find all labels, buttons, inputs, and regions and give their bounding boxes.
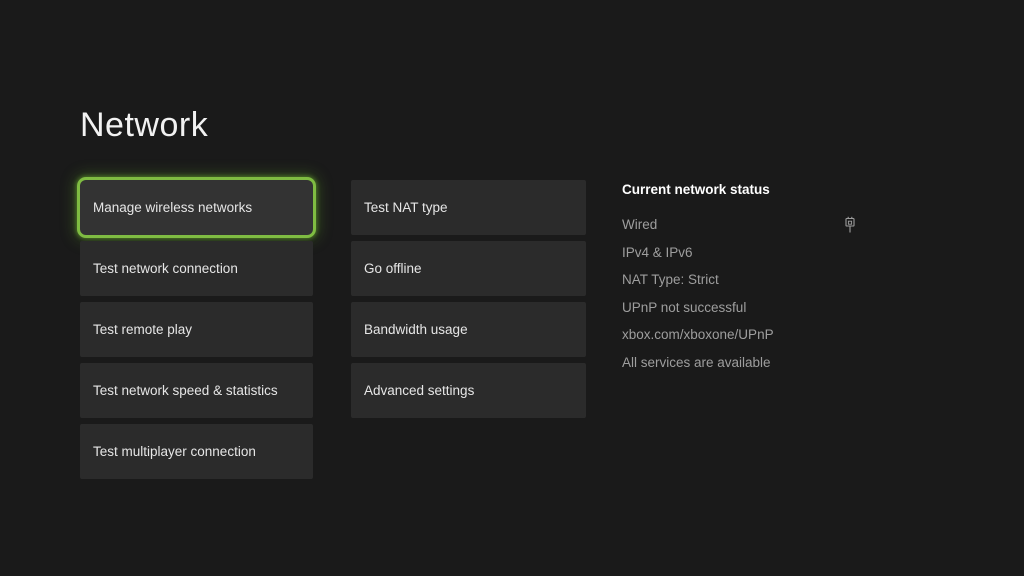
current-network-status-panel: Current network status Wired IPv4 & IPv6…	[622, 182, 856, 376]
menu-button-test-remote-play[interactable]: Test remote play	[80, 302, 313, 357]
menu-button-test-network-connection[interactable]: Test network connection	[80, 241, 313, 296]
menu-button-manage-wireless-networks[interactable]: Manage wireless networks	[80, 180, 313, 235]
menu-button-advanced-settings[interactable]: Advanced settings	[351, 363, 586, 418]
status-line-ip-protocol: IPv4 & IPv6	[622, 239, 856, 267]
menu-column-left: Manage wireless networks Test network co…	[80, 180, 313, 485]
services-status-label: All services are available	[622, 355, 771, 370]
menu-column-middle: Test NAT type Go offline Bandwidth usage…	[351, 180, 586, 424]
upnp-status-label: UPnP not successful	[622, 300, 746, 315]
upnp-help-url: xbox.com/xboxone/UPnP	[622, 327, 774, 342]
page-title: Network	[80, 106, 208, 145]
status-panel-title: Current network status	[622, 182, 856, 197]
status-line-connection-type: Wired	[622, 211, 856, 239]
status-line-upnp-url: xbox.com/xboxone/UPnP	[622, 321, 856, 349]
status-line-nat-type: NAT Type: Strict	[622, 266, 856, 294]
menu-button-bandwidth-usage[interactable]: Bandwidth usage	[351, 302, 586, 357]
network-settings-screen: Network Manage wireless networks Test ne…	[0, 0, 1024, 576]
menu-button-test-network-speed-statistics[interactable]: Test network speed & statistics	[80, 363, 313, 418]
menu-button-test-multiplayer-connection[interactable]: Test multiplayer connection	[80, 424, 313, 479]
connection-type-label: Wired	[622, 217, 657, 232]
menu-button-go-offline[interactable]: Go offline	[351, 241, 586, 296]
ethernet-plug-icon	[844, 216, 856, 234]
status-line-upnp: UPnP not successful	[622, 294, 856, 322]
ip-protocol-label: IPv4 & IPv6	[622, 245, 693, 260]
menu-button-test-nat-type[interactable]: Test NAT type	[351, 180, 586, 235]
nat-type-label: NAT Type: Strict	[622, 272, 719, 287]
status-line-services: All services are available	[622, 349, 856, 377]
